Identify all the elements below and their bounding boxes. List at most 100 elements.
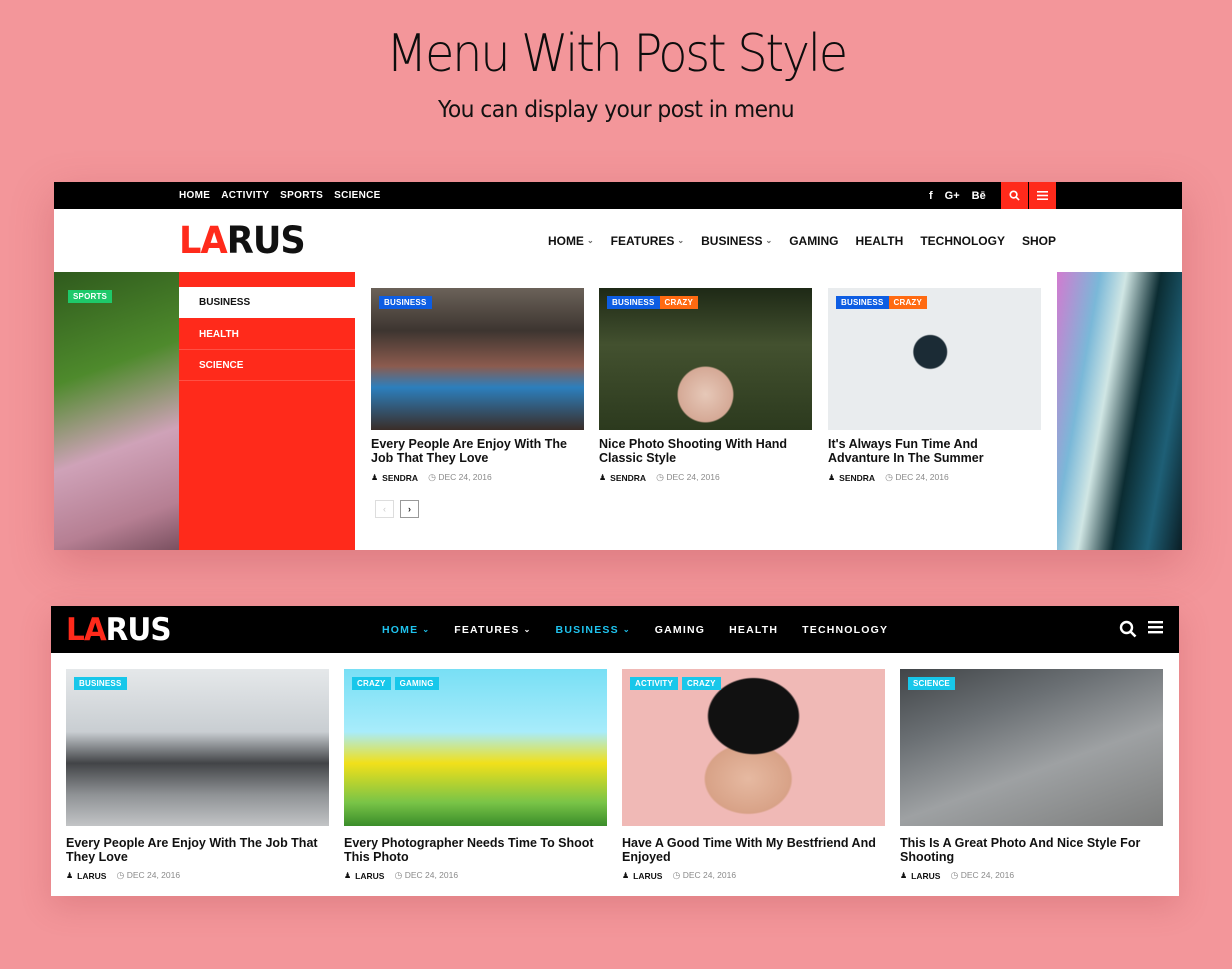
post-thumbnail[interactable]: BUSINESS CRAZY [828, 288, 1041, 430]
topbar-link-home[interactable]: HOME [179, 190, 210, 201]
post-author[interactable]: SENDRA [610, 473, 646, 483]
chevron-down-icon: ⌄ [622, 625, 631, 634]
post-title[interactable]: This Is A Great Photo And Nice Style For… [900, 836, 1163, 864]
post-author[interactable]: LARUS [355, 871, 384, 881]
badge-activity[interactable]: ACTIVITY [630, 677, 679, 690]
nav-features[interactable]: FEATURES ⌄ [611, 234, 684, 248]
post-card[interactable]: ACTIVITY CRAZY Have A Good Time With My … [622, 669, 885, 881]
post-thumbnail[interactable]: BUSINESS CRAZY [599, 288, 812, 430]
post-title[interactable]: Every Photographer Needs Time To Shoot T… [344, 836, 607, 864]
post-meta: ♟ LARUS ◷ DEC 24, 2016 [900, 870, 1163, 881]
main-nav: HOME ⌄ FEATURES ⌄ BUSINESS ⌄ GAMING HEALTH … [382, 606, 888, 653]
top-bar: HOME ACTIVITY SPORTS SCIENCE f G+ Bē [54, 182, 1182, 209]
logo-accent: LA [66, 612, 107, 648]
post-thumbnail[interactable]: SCIENCE [900, 669, 1163, 826]
site-logo[interactable]: LARUS [179, 219, 306, 262]
mega-post-card[interactable]: BUSINESS CRAZY It's Always Fun Time And … [828, 288, 1041, 483]
post-title[interactable]: Have A Good Time With My Bestfriend And … [622, 836, 885, 864]
clock-icon: ◷ [656, 472, 664, 482]
nav-health[interactable]: HEALTH [729, 624, 778, 636]
badge-science[interactable]: SCIENCE [908, 677, 955, 690]
search-button[interactable] [1119, 620, 1137, 643]
nav-label: HOME [547, 233, 584, 248]
badge-gaming[interactable]: GAMING [394, 677, 439, 690]
user-icon: ♟ [344, 871, 352, 880]
post-thumbnail[interactable]: ACTIVITY CRAZY [622, 669, 885, 826]
badge-business[interactable]: BUSINESS [74, 677, 127, 690]
post-author[interactable]: LARUS [77, 871, 106, 881]
badge-business[interactable]: BUSINESS [379, 296, 432, 309]
next-page-button[interactable]: › [400, 500, 419, 518]
post-title[interactable]: Every People Are Enjoy With The Job That… [66, 836, 329, 864]
post-card[interactable]: BUSINESS Every People Are Enjoy With The… [66, 669, 329, 881]
nav-features[interactable]: FEATURES ⌄ [454, 624, 531, 636]
badge-business[interactable]: BUSINESS [607, 296, 660, 309]
mega-category-science[interactable]: SCIENCE [179, 350, 355, 381]
post-card[interactable]: CRAZY GAMING Every Photographer Needs Ti… [344, 669, 607, 881]
badge-crazy[interactable]: CRAZY [888, 296, 928, 309]
post-thumbnail[interactable]: BUSINESS [371, 288, 584, 430]
post-author[interactable]: LARUS [911, 871, 940, 881]
nav-shop[interactable]: SHOP [1022, 234, 1056, 248]
facebook-icon[interactable]: f [929, 190, 933, 202]
prev-page-button[interactable]: ‹ [375, 500, 394, 518]
mega-category-business[interactable]: BUSINESS [179, 287, 355, 318]
user-icon: ♟ [66, 871, 74, 880]
logo-rest: RUS [105, 612, 172, 648]
badge-crazy[interactable]: CRAZY [659, 296, 699, 309]
clock-icon: ◷ [885, 472, 893, 482]
mega-post-card[interactable]: BUSINESS CRAZY Nice Photo Shooting With … [599, 288, 812, 483]
nav-health[interactable]: HEALTH [856, 234, 904, 248]
nav-label: BUSINESS [701, 233, 763, 248]
post-author[interactable]: SENDRA [839, 473, 875, 483]
topbar-link-sports[interactable]: SPORTS [280, 190, 323, 201]
behance-icon[interactable]: Bē [972, 190, 986, 202]
post-badges: SCIENCE [908, 677, 955, 690]
nav-gaming[interactable]: GAMING [789, 234, 838, 248]
nav-gaming[interactable]: GAMING [655, 624, 705, 636]
mega-post-card[interactable]: BUSINESS Every People Are Enjoy With The… [371, 288, 584, 483]
mega-category-health[interactable]: HEALTH [179, 319, 355, 350]
post-date-wrap: ◷ DEC 24, 2016 [656, 472, 720, 483]
topbar-link-activity[interactable]: ACTIVITY [221, 190, 269, 201]
google-plus-icon[interactable]: G+ [945, 190, 960, 202]
user-icon: ♟ [599, 473, 607, 482]
post-author[interactable]: LARUS [633, 871, 662, 881]
post-thumbnail[interactable]: CRAZY GAMING [344, 669, 607, 826]
badge-business[interactable]: BUSINESS [836, 296, 889, 309]
post-date-wrap: ◷ DEC 24, 2016 [950, 870, 1014, 881]
post-date-wrap: ◷ DEC 24, 2016 [885, 472, 949, 483]
post-thumbnail[interactable]: BUSINESS [66, 669, 329, 826]
search-button[interactable] [1001, 182, 1028, 209]
nav-label: FEATURES [610, 233, 675, 248]
nav-business[interactable]: BUSINESS ⌄ [556, 624, 631, 636]
post-title[interactable]: Nice Photo Shooting With Hand Classic St… [599, 437, 812, 465]
nav-home[interactable]: HOME ⌄ [548, 234, 594, 248]
hero-subtitle: You can display your post in menu [437, 97, 795, 123]
post-date-wrap: ◷ DEC 24, 2016 [428, 472, 492, 483]
hero-title: Menu With Post Style [386, 24, 848, 84]
topbar-link-science[interactable]: SCIENCE [334, 190, 381, 201]
badge-crazy[interactable]: CRAZY [352, 677, 391, 690]
menu-button[interactable] [1029, 182, 1056, 209]
background-image-right [1057, 272, 1182, 550]
nav-label: SHOP [1021, 233, 1056, 248]
badge-crazy[interactable]: CRAZY [682, 677, 721, 690]
nav-business[interactable]: BUSINESS ⌄ [701, 234, 772, 248]
chevron-down-icon: ⌄ [677, 236, 685, 245]
nav-technology[interactable]: TECHNOLOGY [920, 234, 1005, 248]
menu-button[interactable] [1148, 620, 1163, 639]
post-title[interactable]: Every People Are Enjoy With The Job That… [371, 437, 584, 465]
post-card[interactable]: SCIENCE This Is A Great Photo And Nice S… [900, 669, 1163, 881]
category-badge[interactable]: SPORTS [68, 290, 113, 303]
user-icon: ♟ [622, 871, 630, 880]
clock-icon: ◷ [428, 472, 436, 482]
post-title[interactable]: It's Always Fun Time And Advanture In Th… [828, 437, 1041, 465]
nav-technology[interactable]: TECHNOLOGY [802, 624, 888, 636]
post-date-wrap: ◷ DEC 24, 2016 [672, 870, 736, 881]
post-author[interactable]: SENDRA [382, 473, 418, 483]
mega-pager: ‹ › [375, 500, 419, 518]
site-logo[interactable]: LARUS [66, 612, 172, 648]
post-meta: ♟ SENDRA ◷ DEC 24, 2016 [371, 472, 584, 483]
nav-home[interactable]: HOME ⌄ [382, 624, 430, 636]
